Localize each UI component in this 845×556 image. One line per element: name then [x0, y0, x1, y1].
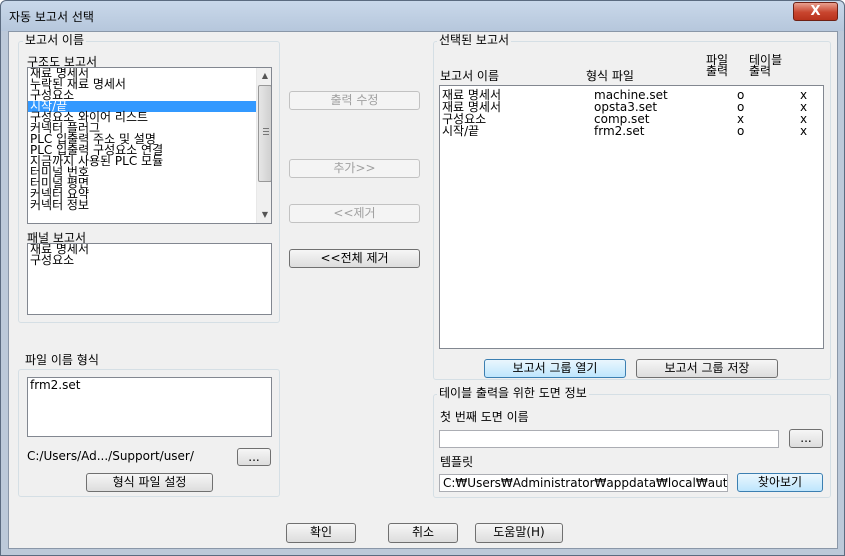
first-drawing-input[interactable] [439, 430, 779, 448]
scroll-down-arrow-icon[interactable]: ▼ [257, 207, 271, 223]
window-title: 자동 보고서 선택 [9, 10, 94, 24]
template-input[interactable]: C:₩Users₩Administrator₩appdata₩local₩aut… [439, 474, 728, 492]
selected-report-name: 시작/끝 [442, 124, 480, 138]
column-header-report-name: 보고서 이름 [440, 69, 500, 83]
remove-report-button[interactable]: <<제거 [289, 204, 420, 223]
template-browse-button[interactable]: 찾아보기 [737, 473, 823, 492]
template-label: 템플릿 [440, 455, 474, 469]
panel-reports-list[interactable]: 재료 명세서 구성요소 [27, 243, 272, 315]
selected-reports-list[interactable]: 재료 명세서 machine.set o x 재료 명세서 opsta3.set o x 구성요… [439, 85, 824, 349]
open-report-group-button[interactable]: 보고서 그룹 열기 [484, 359, 626, 378]
selected-report-file-output: o [737, 124, 745, 138]
set-format-file-button[interactable]: 형식 파일 설정 [86, 473, 213, 492]
scroll-thumb[interactable] [258, 85, 271, 182]
selected-report-format: frm2.set [594, 124, 645, 138]
path-browse-button[interactable]: ... [237, 448, 271, 466]
file-name-format-textbox[interactable]: frm2.set [27, 377, 272, 437]
add-report-button[interactable]: 추가>> [289, 159, 420, 178]
ok-button[interactable]: 확인 [286, 523, 356, 543]
remove-all-button[interactable]: <<전체 제거 [289, 249, 420, 268]
schematic-reports-list[interactable]: 재료 명세서 누락된 재료 명세서 구성요소 시작/끝 구성요소 와이어 리스트 커넥터 … [27, 67, 272, 224]
selected-report-table-output: x [800, 124, 808, 138]
scroll-up-arrow-icon[interactable]: ▲ [257, 68, 271, 84]
column-header-table-output-line2: 출력 [749, 64, 772, 78]
first-drawing-browse-button[interactable]: ... [789, 429, 823, 448]
save-report-group-button[interactable]: 보고서 그룹 저장 [636, 359, 778, 378]
table-output-group-label: 테이블 출력을 위한 도면 정보 [437, 386, 589, 400]
column-header-format-file: 형식 파일 [586, 69, 634, 83]
close-button[interactable]: X [793, 2, 838, 21]
dialog-window: 자동 보고서 선택 X 보고서 이름 구조도 보고서 재료 명세서 누락된 재료 … [0, 0, 845, 556]
panel-report-item[interactable]: 구성요소 [28, 254, 89, 266]
title-bar[interactable]: 자동 보고서 선택 X [1, 1, 844, 31]
first-drawing-label: 첫 번째 도면 이름 [440, 410, 529, 424]
selected-report-row[interactable]: 시작/끝 frm2.set o x [440, 125, 823, 137]
schematic-list-scrollbar[interactable]: ▲ ▼ [256, 68, 271, 223]
report-names-group-label: 보고서 이름 [23, 33, 87, 47]
file-name-format-group-label: 파일 이름 형식 [23, 353, 101, 367]
schematic-report-item[interactable]: 커넥터 정보 [28, 199, 256, 211]
selected-reports-group-label: 선택된 보고서 [437, 33, 512, 47]
help-button[interactable]: 도움말(H) [475, 523, 563, 543]
modify-output-button[interactable]: 출력 수정 [289, 91, 420, 110]
dialog-client-area: 보고서 이름 구조도 보고서 재료 명세서 누락된 재료 명세서 구성요소 시작/끝 구… [8, 31, 838, 549]
column-header-file-output-line2: 출력 [706, 64, 729, 78]
file-name-format-value: frm2.set [30, 378, 81, 392]
cancel-button[interactable]: 취소 [388, 523, 458, 543]
support-path-text: C:/Users/Ad.../Support/user/ [27, 449, 194, 463]
